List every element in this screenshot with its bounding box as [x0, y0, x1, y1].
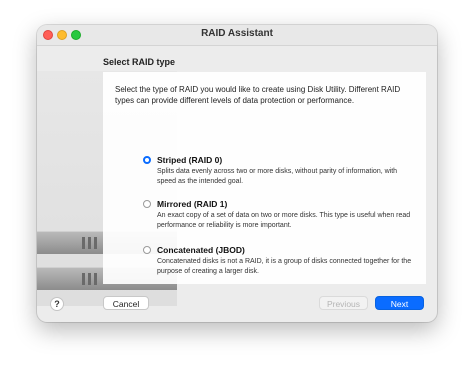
option-description: Concatenated disks is not a RAID, it is …: [157, 258, 412, 275]
option-label[interactable]: Concatenated (JBOD): [157, 245, 245, 255]
option-label[interactable]: Mirrored (RAID 1): [157, 199, 227, 209]
raid-assistant-window: RAID Assistant Select RAID type Select t…: [37, 25, 437, 322]
intro-text: Select the type of RAID you would like t…: [115, 85, 401, 105]
radio-selected-icon[interactable]: [143, 156, 151, 164]
help-button[interactable]: ?: [50, 297, 64, 311]
drive-slot: [88, 237, 91, 249]
drive-slot: [94, 273, 97, 285]
next-button[interactable]: Next: [375, 296, 424, 310]
option-label[interactable]: Striped (RAID 0): [157, 155, 222, 165]
section-title: Select RAID type: [103, 57, 176, 67]
window-title: RAID Assistant: [201, 28, 273, 39]
drive-slot: [88, 273, 91, 285]
option-description: An exact copy of a set of data on two or…: [157, 212, 411, 229]
titlebar: RAID Assistant: [37, 25, 437, 46]
drive-slot: [94, 237, 97, 249]
drive-slot: [82, 273, 85, 285]
drive-slot: [82, 237, 85, 249]
raid-type-panel: Select the type of RAID you would like t…: [103, 72, 426, 284]
cancel-button[interactable]: Cancel: [103, 296, 149, 310]
option-description: Splits data evenly across two or more di…: [157, 168, 398, 185]
radio-unselected-icon[interactable]: [143, 246, 151, 254]
radio-unselected-icon[interactable]: [143, 200, 151, 208]
previous-button[interactable]: Previous: [319, 296, 368, 310]
